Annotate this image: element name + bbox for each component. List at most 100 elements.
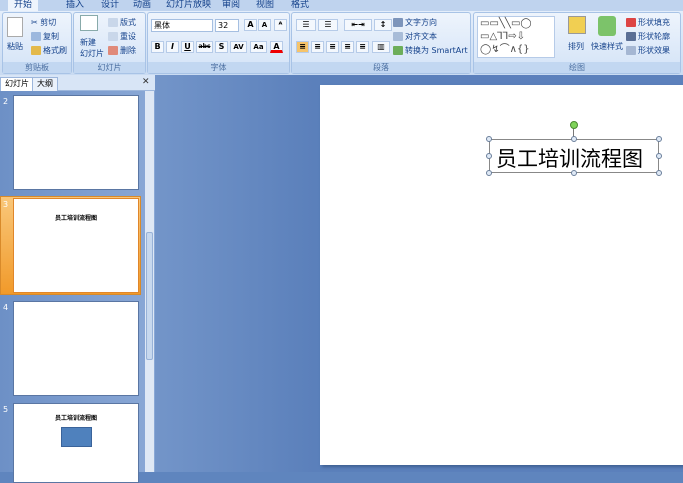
thumb-title: 员工培训流程图 (54, 415, 97, 422)
tab-insert[interactable]: 插入 (66, 0, 84, 11)
arrange-button[interactable]: 排列 (568, 41, 584, 52)
indent-button[interactable]: ⇤⇥ (344, 19, 372, 31)
slide-number: 5 (3, 405, 9, 414)
new-slide-button[interactable]: 新建 幻灯片 (80, 37, 104, 59)
shapes-gallery[interactable]: ▭▭╲╲▭◯ ▭△⅂⅂⇨⇩ ◯↯⌒∧{} (477, 16, 555, 58)
copy-icon (31, 32, 41, 41)
numbering-icon: ☰ (324, 20, 332, 29)
smartart-icon (393, 46, 403, 55)
justify-button[interactable]: ≡ (341, 41, 354, 53)
smartart-button[interactable]: 转换为 SmartArt (393, 45, 468, 56)
slides-label: 幻灯片 (74, 62, 145, 73)
font-name-combo[interactable]: 黑体 (151, 19, 213, 32)
reset-icon (108, 32, 118, 41)
resize-handle[interactable] (571, 170, 577, 176)
fill-icon (626, 18, 636, 27)
format-painter-button[interactable]: 格式刷 (31, 45, 67, 56)
grow-font-button[interactable]: A (244, 19, 257, 31)
line-spacing-icon: ↕ (379, 20, 387, 29)
cut-button[interactable]: ✂ 剪切 (31, 17, 56, 28)
slide-number: 4 (3, 303, 9, 312)
slide-thumbnail-2[interactable] (13, 95, 139, 190)
tab-design[interactable]: 设计 (101, 0, 119, 11)
align-center-button[interactable]: ≡ (311, 41, 324, 53)
drawing-label: 绘图 (474, 62, 680, 73)
resize-handle[interactable] (486, 136, 492, 142)
change-case-button[interactable]: Aa (250, 41, 267, 53)
close-panel-icon[interactable]: ✕ (142, 77, 150, 87)
panel-scrollbar[interactable] (145, 91, 154, 472)
tab-slideshow[interactable]: 幻灯片放映 (166, 0, 211, 11)
tab-outline[interactable]: 大纲 (32, 77, 58, 91)
align-text-icon (393, 32, 403, 41)
align-text-button[interactable]: 对齐文本 (393, 31, 437, 42)
italic-button[interactable]: I (166, 41, 179, 53)
paste-button[interactable]: 粘贴 (7, 41, 23, 52)
numbering-button[interactable]: ☰ (318, 19, 338, 31)
slide-number: 2 (3, 97, 9, 106)
bold-button[interactable]: B (151, 41, 164, 53)
shape-effects-button[interactable]: 形状效果 (626, 45, 670, 56)
align-right-button[interactable]: ≡ (326, 41, 339, 53)
align-left-button[interactable]: ≡ (296, 41, 309, 53)
font-color-button[interactable]: A (270, 41, 283, 53)
resize-handle[interactable] (486, 153, 492, 159)
line-spacing-button[interactable]: ↕ (374, 19, 392, 31)
scrollbar-thumb[interactable] (146, 232, 153, 360)
scissors-icon: ✂ (31, 18, 38, 27)
slide-title[interactable]: 员工培训流程图 (496, 143, 643, 173)
thumb-title: 员工培训流程图 (54, 215, 97, 222)
columns-button[interactable]: ▥ (372, 41, 390, 53)
resize-handle[interactable] (486, 170, 492, 176)
tab-review[interactable]: 审阅 (222, 0, 240, 11)
tab-animation[interactable]: 动画 (133, 0, 151, 11)
copy-button[interactable]: 复制 (31, 31, 59, 42)
resize-handle[interactable] (571, 136, 577, 142)
ribbon-tabs: 开始 插入 设计 动画 幻灯片放映 审阅 视图 格式 (0, 0, 683, 11)
rotate-handle[interactable] (570, 121, 578, 129)
quick-styles-icon (598, 16, 616, 36)
shrink-font-button[interactable]: A (258, 19, 271, 31)
text-direction-button[interactable]: 文字方向 (393, 17, 437, 28)
resize-handle[interactable] (656, 153, 662, 159)
tab-view[interactable]: 视图 (256, 0, 274, 11)
bullets-button[interactable]: ☰ (296, 19, 316, 31)
resize-handle[interactable] (656, 136, 662, 142)
tab-home[interactable]: 开始 (8, 0, 39, 11)
delete-icon (108, 46, 118, 55)
resize-handle[interactable] (656, 170, 662, 176)
title-textbox[interactable]: 员工培训流程图 (486, 136, 662, 176)
clipboard-label: 剪贴板 (3, 62, 71, 73)
layout-button[interactable]: 版式 (108, 17, 136, 28)
font-label: 字体 (148, 62, 289, 73)
quick-styles-button[interactable]: 快速样式 (591, 41, 623, 52)
paragraph-label: 段落 (292, 62, 470, 73)
font-group: 黑体 32 A A ᴬ B I U abc S AV Aa A 字体 (147, 12, 290, 74)
text-direction-icon (393, 18, 403, 27)
slide-thumbnail-4[interactable] (13, 301, 139, 396)
tab-format[interactable]: 格式 (291, 0, 309, 11)
arrange-icon (568, 16, 586, 34)
clear-format-button[interactable]: ᴬ (274, 19, 287, 31)
paste-icon (7, 17, 23, 37)
char-spacing-button[interactable]: AV (230, 41, 247, 53)
clipboard-group: 粘贴 ✂ 剪切 复制 格式刷 剪贴板 (2, 12, 72, 74)
slides-group: 新建 幻灯片 版式 重设 删除 幻灯片 (73, 12, 146, 74)
shape-fill-button[interactable]: 形状填充 (626, 17, 670, 28)
indent-icon: ⇤⇥ (351, 20, 365, 29)
shape-outline-button[interactable]: 形状轮廓 (626, 31, 670, 42)
distribute-button[interactable]: ≡ (356, 41, 369, 53)
slide-number: 3 (3, 200, 9, 209)
shadow-button[interactable]: S (215, 41, 228, 53)
font-size-combo[interactable]: 32 (215, 19, 239, 32)
tab-slides[interactable]: 幻灯片 (0, 77, 34, 91)
reset-button[interactable]: 重设 (108, 31, 136, 42)
underline-button[interactable]: U (181, 41, 194, 53)
delete-button[interactable]: 删除 (108, 45, 136, 56)
align-center-icon: ≡ (314, 42, 321, 51)
drawing-group: ▭▭╲╲▭◯ ▭△⅂⅂⇨⇩ ◯↯⌒∧{} 排列 快速样式 形状填充 形状轮廓 形状效… (473, 12, 681, 74)
strikethrough-button[interactable]: abc (196, 41, 213, 53)
slide-thumbnail-5[interactable]: 员工培训流程图 (13, 403, 139, 483)
columns-icon: ▥ (377, 42, 385, 51)
slide-thumbnail-3[interactable]: 员工培训流程图 (13, 198, 139, 293)
